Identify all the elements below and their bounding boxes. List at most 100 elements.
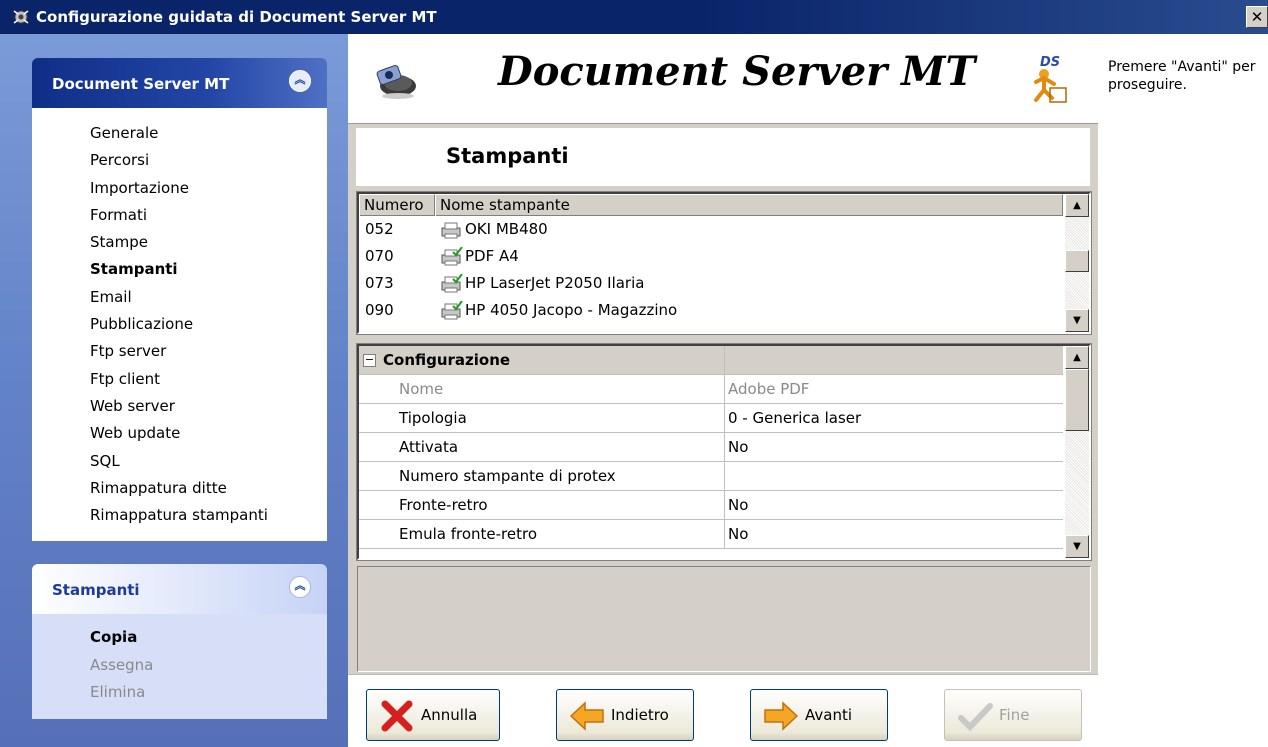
nav-item-sql[interactable]: SQL	[90, 448, 327, 475]
property-value[interactable]: No	[726, 433, 1062, 462]
property-value[interactable]	[726, 462, 1062, 491]
nav-list: Generale Percorsi Importazione Formati S…	[32, 108, 327, 542]
printer-name: HP 4050 Jacopo - Magazzino	[465, 301, 678, 319]
printer-number: 052	[365, 220, 394, 238]
scroll-up-arrow-icon[interactable]: ▲	[1065, 346, 1089, 369]
close-button[interactable]: ✕	[1246, 6, 1268, 28]
printer-number: 070	[365, 247, 394, 265]
actions-list: Copia Assegna Elimina	[32, 614, 327, 719]
collapse-chevron-icon[interactable]: ︽	[289, 576, 311, 598]
arrow-right-icon	[764, 701, 799, 731]
cancel-button[interactable]: Annulla	[366, 689, 500, 741]
nav-item-stampe[interactable]: Stampe	[90, 229, 327, 256]
next-button[interactable]: Avanti	[750, 689, 888, 741]
section-title: Stampanti	[446, 144, 569, 168]
back-button[interactable]: Indietro	[556, 689, 694, 741]
property-grid-scrollbar[interactable]: ▲ ▼	[1065, 346, 1089, 558]
ds-mt-logo-icon: DS	[1034, 55, 1067, 103]
checkmark-icon	[958, 703, 993, 732]
printer-row[interactable]: 090 HP 4050 Jacopo - Magazzino	[359, 297, 1063, 324]
property-key: Fronte-retro	[359, 491, 725, 520]
hint-panel: Premere "Avanti" per proseguire.	[1098, 34, 1268, 747]
action-elimina: Elimina	[90, 683, 146, 701]
nav-item-rimappatura-stampanti[interactable]: Rimappatura stampanti	[90, 502, 327, 529]
nav-item-stampanti[interactable]: Stampanti	[90, 256, 327, 283]
printer-name: PDF A4	[465, 247, 519, 265]
nav-item-email[interactable]: Email	[90, 284, 327, 311]
close-icon: ✕	[1250, 8, 1264, 26]
column-header-nome[interactable]: Nome stampante	[435, 194, 1063, 216]
action-assegna: Assegna	[90, 655, 154, 674]
actions-panel-header[interactable]: Stampanti ︽	[32, 564, 327, 614]
property-row[interactable]: Emula fronte-retro No	[359, 520, 1063, 549]
printer-number: 090	[365, 301, 394, 319]
default-printer-icon	[441, 301, 463, 320]
property-description-panel	[357, 566, 1091, 672]
default-printer-icon	[441, 247, 463, 266]
finish-label: Fine	[999, 706, 1030, 724]
hint-text: Premere "Avanti" per proseguire.	[1108, 59, 1256, 93]
default-printer-icon	[441, 274, 463, 293]
window-title-bar: Configurazione guidata di Document Serve…	[0, 0, 1268, 34]
cancel-x-icon	[381, 700, 413, 732]
printer-name: HP LaserJet P2050 Ilaria	[465, 274, 645, 292]
property-grid[interactable]: − Configurazione Nome Adobe PDF Tipologi…	[356, 343, 1092, 561]
printer-list[interactable]: Numero Nome stampante 052 OKI MB480 070 …	[356, 191, 1092, 335]
property-row[interactable]: Numero stampante di protex	[359, 462, 1063, 491]
property-row[interactable]: Fronte-retro No	[359, 491, 1063, 520]
action-copia[interactable]: Copia	[90, 624, 327, 652]
printer-row[interactable]: 070 PDF A4	[359, 243, 1063, 270]
app-icon	[13, 10, 29, 24]
property-key: Tipologia	[359, 404, 725, 433]
finish-button: Fine	[944, 689, 1082, 741]
section-title-box: Stampanti	[356, 128, 1090, 186]
scroll-thumb[interactable]	[1065, 369, 1089, 431]
nav-item-generale[interactable]: Generale	[90, 120, 327, 147]
property-group-label: Configurazione	[359, 346, 725, 375]
nav-panel: Document Server MT ︽ Generale Percorsi I…	[32, 58, 327, 542]
nav-item-percorsi[interactable]: Percorsi	[90, 147, 327, 174]
property-row: Nome Adobe PDF	[359, 375, 1063, 404]
property-value[interactable]: No	[726, 520, 1062, 549]
printer-row[interactable]: 052 OKI MB480	[359, 216, 1063, 243]
wizard-main: Document Server MT DS Stampanti Numero N…	[348, 34, 1098, 747]
property-row[interactable]: Attivata No	[359, 433, 1063, 462]
property-group-value	[726, 346, 1062, 375]
nav-item-rimappatura-ditte[interactable]: Rimappatura ditte	[90, 475, 327, 502]
scroll-thumb[interactable]	[1065, 250, 1089, 272]
wizard-button-bar: Annulla Indietro Avanti Fine	[348, 674, 1098, 747]
property-group-configurazione[interactable]: − Configurazione	[359, 346, 1063, 375]
property-row[interactable]: Tipologia 0 - Generica laser	[359, 404, 1063, 433]
actions-panel: Stampanti ︽ Copia Assegna Elimina	[32, 564, 327, 719]
nav-panel-header[interactable]: Document Server MT ︽	[32, 58, 327, 108]
property-value[interactable]: No	[726, 491, 1062, 520]
printer-number: 073	[365, 274, 394, 292]
scroll-down-arrow-icon[interactable]: ▼	[1065, 535, 1089, 558]
printer-name: OKI MB480	[465, 220, 548, 238]
logo-text: DS	[1040, 55, 1060, 70]
arrow-left-icon	[569, 701, 604, 731]
property-value[interactable]: 0 - Generica laser	[726, 404, 1062, 433]
nav-item-formati[interactable]: Formati	[90, 202, 327, 229]
nav-item-web-server[interactable]: Web server	[90, 393, 327, 420]
printer-list-header: Numero Nome stampante	[359, 194, 1063, 216]
nav-item-pubblicazione[interactable]: Pubblicazione	[90, 311, 327, 338]
webcam-icon	[376, 65, 416, 99]
property-key: Emula fronte-retro	[359, 520, 725, 549]
column-header-numero[interactable]: Numero	[359, 194, 435, 216]
printer-row[interactable]: 073 HP LaserJet P2050 Ilaria	[359, 270, 1063, 297]
property-value: Adobe PDF	[728, 380, 810, 398]
printer-icon	[441, 222, 461, 239]
collapse-chevron-icon[interactable]: ︽	[289, 70, 311, 92]
nav-item-ftp-server[interactable]: Ftp server	[90, 338, 327, 365]
printer-list-scrollbar[interactable]: ▲ ▼	[1065, 194, 1089, 332]
nav-item-web-update[interactable]: Web update	[90, 420, 327, 447]
wizard-header: Document Server MT DS	[348, 34, 1098, 124]
actions-panel-title: Stampanti	[52, 581, 140, 599]
sidebar: Document Server MT ︽ Generale Percorsi I…	[0, 34, 348, 747]
nav-item-importazione[interactable]: Importazione	[90, 175, 327, 202]
property-key: Attivata	[359, 433, 725, 462]
nav-item-ftp-client[interactable]: Ftp client	[90, 366, 327, 393]
scroll-up-arrow-icon[interactable]: ▲	[1065, 194, 1089, 217]
scroll-down-arrow-icon[interactable]: ▼	[1065, 309, 1089, 332]
